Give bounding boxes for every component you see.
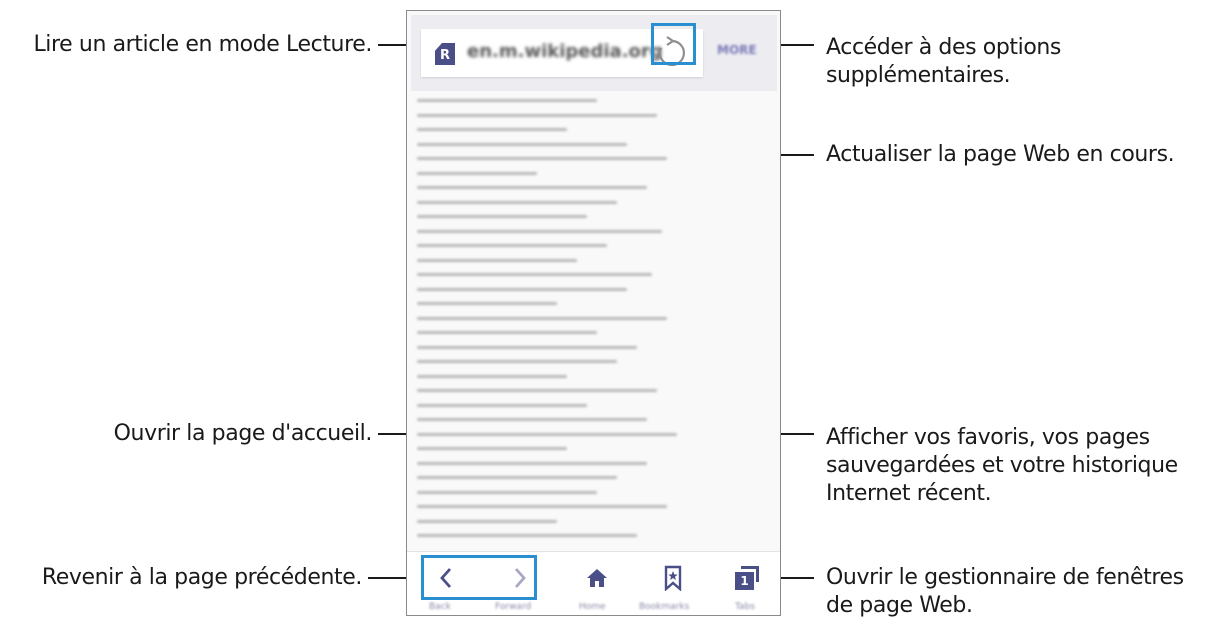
blurred-text-line	[417, 258, 577, 262]
callout-bookmarks: Afficher vos favoris, vos pages sauvegar…	[826, 424, 1178, 508]
callout-home: Ouvrir la page d'accueil.	[113, 421, 373, 446]
callout-refresh: Actualiser la page Web en cours.	[826, 142, 1175, 167]
callout-more-options-line1: Accéder à des options	[826, 35, 1061, 60]
blurred-text-line	[417, 287, 627, 291]
blurred-text-line	[417, 229, 662, 233]
more-button[interactable]: MORE	[717, 43, 757, 57]
reader-mode-icon[interactable]: R	[435, 43, 455, 65]
blurred-text-line	[417, 113, 657, 117]
toolbar-label-tabs: Tabs	[735, 602, 755, 612]
blurred-text-line	[417, 490, 597, 494]
blurred-text-line	[417, 403, 587, 407]
blurred-text-line	[417, 316, 667, 320]
callout-back: Revenir à la page précédente.	[41, 565, 363, 590]
blurred-text-line	[417, 360, 617, 363]
callout-tabs-line1: Ouvrir le gestionnaire de fenêtres	[826, 565, 1184, 590]
callout-bookmarks-line1: Afficher vos favoris, vos pages	[826, 425, 1150, 450]
callout-reader-mode: Lire un article en mode Lecture.	[33, 32, 372, 57]
blurred-text-line	[417, 534, 637, 537]
blurred-text-line	[417, 186, 647, 189]
blurred-text-line	[417, 461, 647, 465]
blurred-text-line	[417, 476, 617, 479]
callout-more-options: Accéder à des options supplémentaires.	[826, 34, 1061, 90]
blurred-text-line	[417, 345, 637, 349]
tabs-icon[interactable]: 1	[735, 566, 761, 590]
browser-screen: R en.m.wikipedia.org MORE 1 Back Forward…	[406, 10, 781, 616]
address-bar: R en.m.wikipedia.org MORE	[411, 15, 777, 91]
blurred-text-line	[417, 374, 567, 378]
blurred-text-line	[417, 447, 567, 450]
blurred-text-line	[417, 389, 657, 392]
tabs-count: 1	[735, 572, 754, 590]
callout-more-options-line2: supplémentaires.	[826, 63, 1011, 88]
blurred-text-line	[417, 505, 667, 508]
callout-tabs: Ouvrir le gestionnaire de fenêtres de pa…	[826, 564, 1184, 620]
toolbar-label-bookmarks: Bookmarks	[639, 602, 690, 612]
blurred-text-line	[417, 99, 597, 102]
navigation-highlight-frame	[421, 555, 537, 600]
blurred-text-line	[417, 432, 677, 436]
url-text: en.m.wikipedia.org	[467, 41, 663, 62]
blurred-text-line	[417, 215, 587, 218]
home-icon[interactable]	[585, 566, 609, 590]
callout-bookmarks-line3: Internet récent.	[826, 481, 992, 506]
blurred-text-line	[417, 519, 557, 523]
blurred-text-line	[417, 273, 652, 276]
blurred-text-line	[417, 157, 667, 160]
blurred-text-line	[417, 200, 617, 204]
toolbar-label-back: Back	[429, 602, 451, 612]
toolbar-label-forward: Forward	[495, 602, 532, 612]
callout-tabs-line2: de page Web.	[826, 593, 973, 618]
toolbar-label-home: Home	[579, 602, 606, 612]
blurred-text-line	[417, 171, 537, 175]
blurred-text-line	[417, 128, 567, 131]
refresh-highlight-frame	[651, 23, 696, 65]
page-content	[407, 91, 780, 551]
blurred-text-line	[417, 142, 627, 146]
blurred-text-line	[417, 302, 557, 305]
callout-bookmarks-line2: sauvegardées et votre historique	[826, 453, 1178, 478]
blurred-text-line	[417, 244, 607, 247]
bookmark-icon[interactable]	[663, 565, 683, 591]
blurred-text-line	[417, 418, 647, 421]
blurred-text-line	[417, 331, 597, 334]
